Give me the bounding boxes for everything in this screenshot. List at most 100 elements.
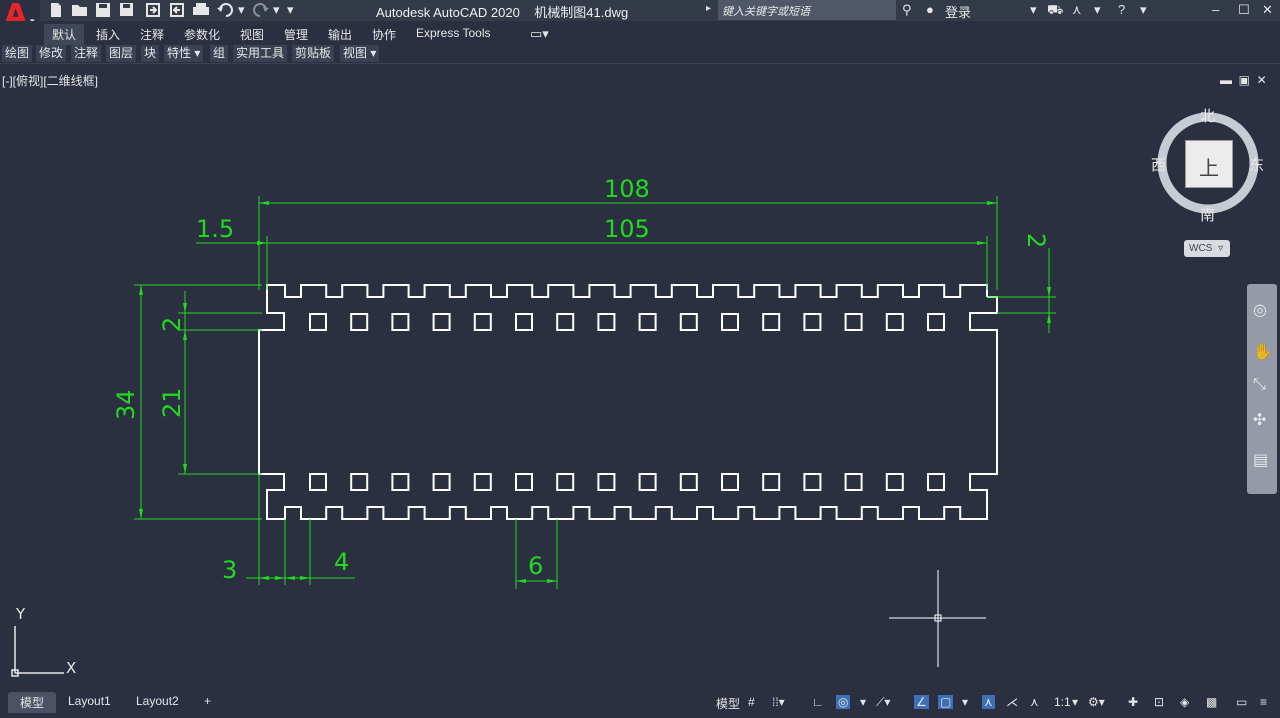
panel-groups[interactable]: 组 bbox=[210, 45, 230, 62]
square-hole bbox=[350, 313, 369, 331]
crosshair-cursor bbox=[889, 570, 986, 667]
viewcube-south[interactable]: 南 bbox=[1200, 204, 1215, 225]
save-to-web-icon[interactable] bbox=[169, 2, 187, 18]
help-dropdown-icon[interactable]: ▾ bbox=[1140, 2, 1147, 18]
open-file-icon[interactable] bbox=[71, 2, 89, 18]
dimension-lines bbox=[134, 196, 1056, 589]
wcs-label: WCS bbox=[1189, 243, 1213, 254]
redo-icon[interactable] bbox=[252, 2, 270, 18]
dimension-arrows bbox=[139, 201, 1051, 583]
tab-insert[interactable]: 插入 bbox=[88, 24, 128, 45]
open-from-web-icon[interactable] bbox=[145, 2, 163, 18]
object-snap-dropdown-icon[interactable]: ▾ bbox=[962, 695, 968, 709]
panel-view[interactable]: 视图 ▾ bbox=[340, 45, 381, 62]
help-icon[interactable]: ? bbox=[1118, 2, 1125, 17]
navigation-bar[interactable]: ◎ ✋ ⤡ ✣ ▤ bbox=[1247, 284, 1277, 494]
square-hole bbox=[803, 313, 822, 331]
units-icon[interactable]: ⊡ bbox=[1154, 695, 1164, 709]
tab-view[interactable]: 视图 bbox=[232, 24, 272, 45]
undo-icon[interactable] bbox=[216, 2, 234, 18]
close-icon[interactable]: ✕ bbox=[1262, 2, 1273, 18]
search-input[interactable]: 键入关键字或短语 bbox=[718, 0, 896, 20]
save-as-icon[interactable] bbox=[119, 2, 137, 18]
orbit-icon[interactable]: ✣ bbox=[1253, 410, 1266, 430]
new-layout-button[interactable]: + bbox=[192, 692, 223, 710]
square-hole bbox=[679, 473, 698, 491]
redo-dropdown-icon[interactable]: ▾ bbox=[273, 2, 280, 18]
auto-scale-icon[interactable]: ⋌ bbox=[1006, 695, 1018, 709]
annotation-scale-value[interactable]: 1:1 bbox=[1054, 695, 1071, 709]
pan-icon[interactable]: ✋ bbox=[1253, 342, 1273, 362]
tab-model[interactable]: 模型 bbox=[8, 692, 57, 713]
plot-icon[interactable] bbox=[192, 2, 210, 18]
panel-utilities[interactable]: 实用工具 bbox=[233, 45, 289, 62]
model-space-toggle[interactable]: 模型 bbox=[716, 695, 740, 712]
tab-annotate[interactable]: 注释 bbox=[132, 24, 172, 45]
polar-dropdown-icon[interactable]: ▾ bbox=[860, 695, 866, 709]
polar-tracking-icon[interactable]: ◎ bbox=[836, 695, 851, 709]
ribbon-display-toggle-icon[interactable]: ▭▾ bbox=[530, 26, 549, 42]
square-hole bbox=[844, 473, 863, 491]
cart-icon[interactable]: ⛟ bbox=[1047, 2, 1063, 20]
add-icon[interactable]: ✚ bbox=[1128, 695, 1138, 709]
viewcube-west[interactable]: 西 bbox=[1151, 154, 1166, 175]
tab-layout1[interactable]: Layout1 bbox=[56, 692, 123, 710]
steering-wheel-icon[interactable]: ◎ bbox=[1253, 300, 1267, 320]
snap-icon[interactable]: ⁞⁞▾ bbox=[772, 695, 785, 709]
scale-dropdown-icon[interactable]: ▾ bbox=[1072, 695, 1078, 709]
chevron-down-icon: ▿ bbox=[1218, 243, 1224, 254]
tab-express-tools[interactable]: Express Tools bbox=[408, 24, 498, 42]
panel-layers[interactable]: 图层 bbox=[106, 45, 138, 62]
viewcube-top-face[interactable]: 上 bbox=[1185, 140, 1233, 188]
save-icon[interactable] bbox=[95, 2, 113, 18]
undo-dropdown-icon[interactable]: ▾ bbox=[238, 2, 245, 18]
drawing-canvas[interactable]: 108 105 1.5 2 34 21 2 3 4 6 Y X bbox=[0, 64, 1240, 690]
object-snap-icon[interactable]: ▢ bbox=[938, 695, 954, 709]
ortho-icon[interactable]: ∟ bbox=[812, 695, 824, 709]
viewcube-north[interactable]: 北 bbox=[1200, 105, 1215, 126]
maximize-icon[interactable]: ☐ bbox=[1238, 2, 1250, 18]
tab-parametric[interactable]: 参数化 bbox=[176, 24, 228, 45]
signin-dropdown-icon[interactable]: ▾ bbox=[1030, 2, 1037, 18]
panel-modify[interactable]: 修改 bbox=[36, 45, 68, 62]
annotation-scale-icon[interactable]: ⋏ bbox=[1030, 695, 1039, 709]
user-icon[interactable]: ● bbox=[926, 2, 934, 17]
tab-default[interactable]: 默认 bbox=[44, 24, 85, 45]
tab-layout2[interactable]: Layout2 bbox=[124, 692, 191, 710]
square-hole bbox=[803, 473, 822, 491]
tab-output[interactable]: 输出 bbox=[320, 24, 360, 45]
workspace-gear-icon[interactable]: ⚙▾ bbox=[1088, 695, 1105, 709]
zoom-extents-icon[interactable]: ⤡ bbox=[1253, 376, 1266, 394]
search-expand-icon[interactable]: ▸ bbox=[706, 3, 711, 14]
panel-properties[interactable]: 特性 ▾ bbox=[164, 45, 205, 62]
panel-draw[interactable]: 绘图 bbox=[2, 45, 34, 62]
tab-manage[interactable]: 管理 bbox=[276, 24, 316, 45]
dim-overall-height: 34 bbox=[112, 389, 140, 420]
object-snap-tracking-icon[interactable]: ∠ bbox=[914, 695, 929, 709]
binoculars-icon[interactable]: ⚲ bbox=[902, 2, 912, 18]
signin-label[interactable]: 登录 bbox=[945, 2, 971, 21]
dim-inner-length: 105 bbox=[604, 215, 650, 243]
autodesk-a360-icon[interactable]: ⋏ bbox=[1072, 2, 1082, 18]
square-hole bbox=[844, 313, 863, 331]
minimize-icon[interactable]: – bbox=[1212, 2, 1219, 17]
new-file-icon[interactable] bbox=[48, 2, 66, 18]
isodraft-icon[interactable]: ⟋▾ bbox=[876, 695, 890, 710]
customize-quick-access-icon[interactable]: ▾ bbox=[287, 2, 294, 18]
tab-collaborate[interactable]: 协作 bbox=[364, 24, 404, 45]
wcs-menu-button[interactable]: WCS ▿ bbox=[1184, 240, 1230, 257]
customize-status-icon[interactable]: ≡ bbox=[1260, 695, 1267, 709]
grid-icon[interactable]: # bbox=[748, 695, 755, 709]
panel-annotation[interactable]: 注释 bbox=[71, 45, 103, 62]
panel-block[interactable]: 块 bbox=[141, 45, 161, 62]
showmotion-icon[interactable]: ▤ bbox=[1253, 450, 1268, 470]
square-hole bbox=[762, 313, 781, 331]
square-hole bbox=[515, 313, 533, 331]
a360-dropdown-icon[interactable]: ▾ bbox=[1094, 2, 1101, 18]
clean-screen-icon[interactable]: ▭ bbox=[1236, 695, 1247, 709]
annotation-visibility-icon[interactable]: ⋏ bbox=[982, 695, 995, 709]
hardware-acceleration-icon[interactable]: ▩ bbox=[1206, 695, 1217, 709]
isolate-objects-icon[interactable]: ◈ bbox=[1180, 695, 1189, 709]
panel-clipboard[interactable]: 剪贴板 bbox=[292, 45, 336, 62]
viewcube-east[interactable]: 东 bbox=[1249, 154, 1264, 175]
